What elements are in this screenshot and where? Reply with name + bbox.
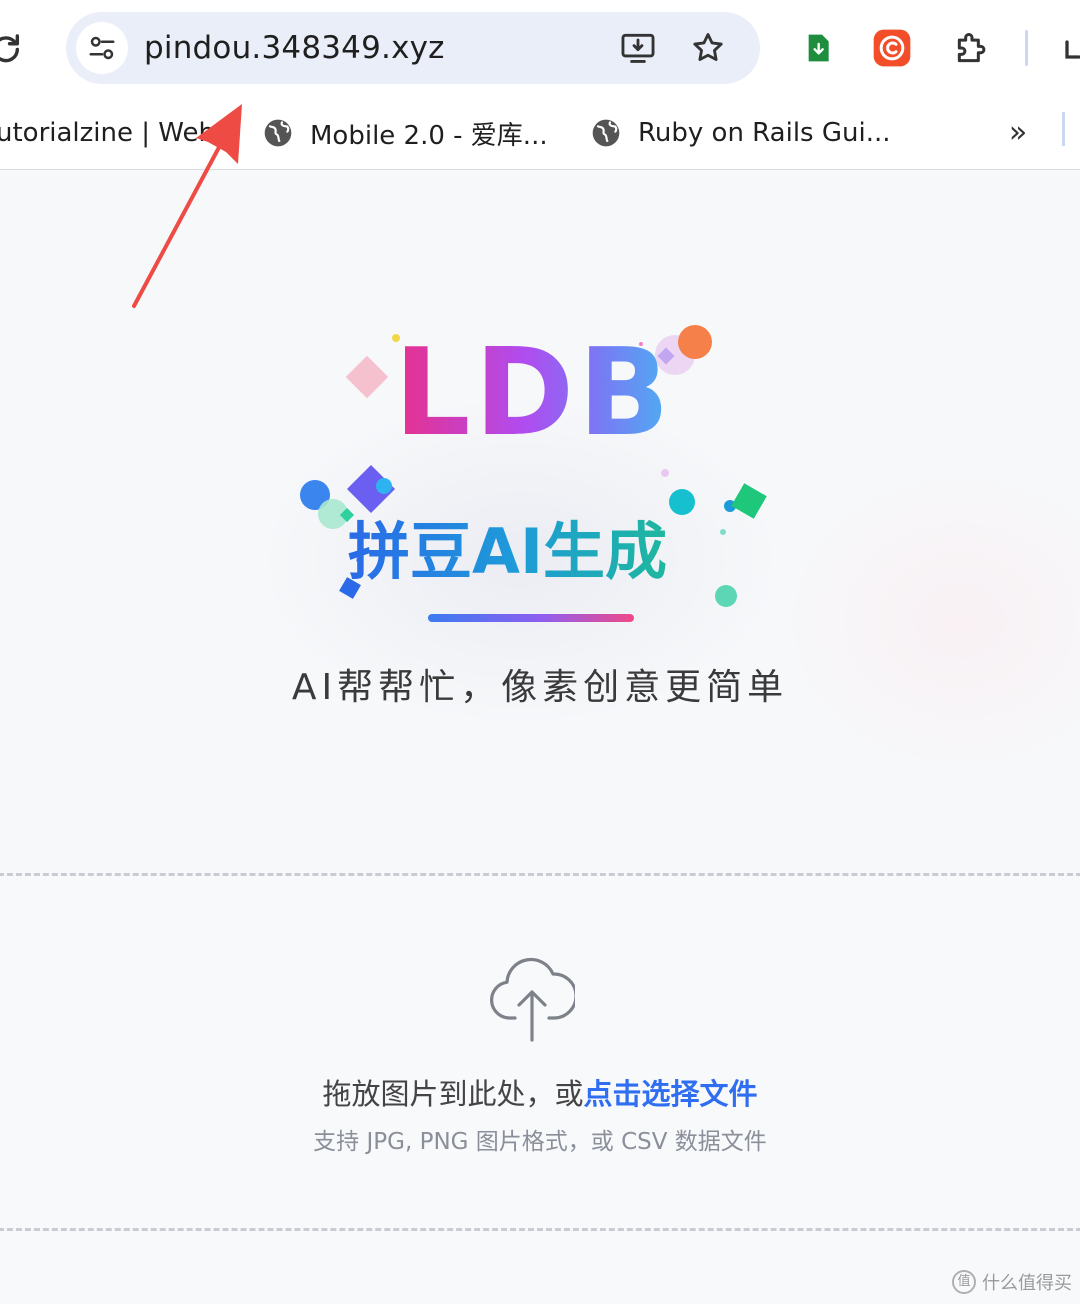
url-text[interactable]: pindou.348349.xyz — [144, 28, 445, 68]
globe-icon — [262, 117, 294, 149]
orange-copyright-extension-icon[interactable] — [870, 26, 914, 70]
watermark: 值 什么值得买 — [952, 1266, 1072, 1298]
page-bottom — [0, 1234, 1080, 1304]
file-drop-zone[interactable] — [0, 873, 1080, 1231]
install-app-icon[interactable] — [616, 26, 660, 70]
more-bookmarks-button[interactable]: » — [998, 112, 1038, 152]
bookmarks-divider — [1062, 112, 1065, 146]
toolbar-divider — [1025, 30, 1028, 66]
reload-icon[interactable] — [0, 28, 26, 68]
supported-formats-hint: 支持 JPG, PNG 图片格式，或 CSV 数据文件 — [313, 1129, 767, 1155]
profile-icon[interactable] — [1058, 26, 1080, 70]
hero-tagline: AI帮帮忙，像素创意更简单 — [291, 667, 789, 708]
bookmark-label: Mobile 2.0 - 爱库... — [310, 120, 548, 151]
bookmark-item[interactable]: Mobile 2.0 - 爱库... — [262, 110, 548, 156]
bookmark-item[interactable]: Ruby on Rails Gui... — [590, 110, 891, 156]
cloud-upload-icon[interactable] — [489, 950, 578, 1042]
annotation-arrow — [132, 104, 242, 308]
ldb-logo: LDB — [394, 330, 684, 458]
puzzle-icon[interactable] — [950, 26, 994, 70]
drop-instruction-text: 拖放图片到此处，或 — [322, 1077, 584, 1111]
star-icon[interactable] — [686, 26, 730, 70]
address-bar[interactable]: pindou.348349.xyz — [66, 12, 760, 84]
tune-icon[interactable] — [76, 22, 128, 74]
subtitle-underline — [428, 614, 634, 622]
choose-file-link[interactable]: 点击选择文件 — [584, 1077, 758, 1111]
watermark-text: 什么值得买 — [982, 1273, 1072, 1294]
browser-toolbar: pindou.348349.xyz — [0, 0, 1080, 96]
bookmark-label: Ruby on Rails Gui... — [638, 118, 891, 148]
drop-instruction: 拖放图片到此处，或点击选择文件 — [240, 1072, 840, 1116]
hero-subtitle: 拼豆AI生成 — [348, 512, 718, 592]
green-download-extension-icon[interactable] — [796, 26, 840, 70]
watermark-logo-icon: 值 — [952, 1270, 976, 1294]
globe-icon — [590, 117, 622, 149]
